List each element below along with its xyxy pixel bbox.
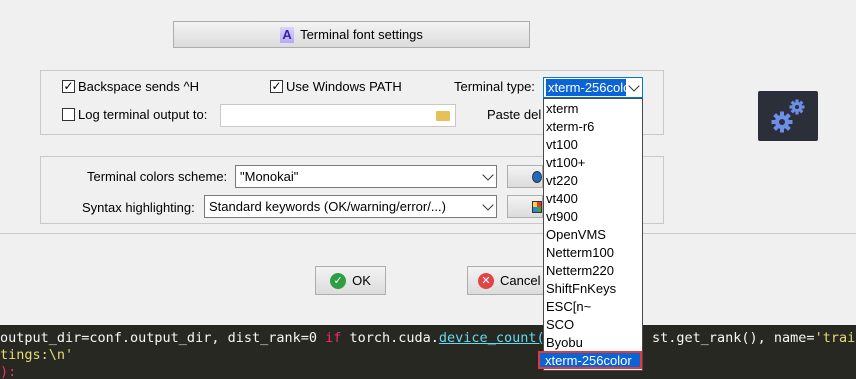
- terminal-font-settings-button[interactable]: A Terminal font settings: [173, 21, 530, 48]
- terminal-output: output_dir=conf.output_dir, dist_rank=0 …: [0, 325, 856, 379]
- paste-delay-label: Paste del: [487, 107, 542, 122]
- dropdown-option[interactable]: vt400: [546, 191, 578, 206]
- terminal-line-2: tings:\n': [0, 347, 74, 363]
- terminal-line-1: output_dir=conf.output_dir, dist_rank=0 …: [0, 330, 553, 346]
- terminal-type-label: Terminal type:: [454, 79, 535, 94]
- ok-check-icon: ✓: [330, 272, 347, 289]
- colors-scheme-value: "Monokai": [240, 169, 299, 184]
- terminal-type-dropdown[interactable]: xterm xterm-r6 vt100 vt100+ vt220 vt400 vt900 O…: [538, 98, 643, 371]
- chevron-down-icon: [480, 198, 496, 211]
- syntax-highlighting-label: Syntax highlighting:: [82, 200, 195, 215]
- terminal-line-3: ):: [0, 364, 17, 379]
- colors-scheme-label: Terminal colors scheme:: [87, 169, 228, 184]
- terminal-type-value: xterm-256color: [546, 79, 626, 96]
- terminal-font-settings-label: Terminal font settings: [300, 27, 423, 42]
- dropdown-option[interactable]: xterm-r6: [546, 119, 594, 134]
- chevron-down-icon: [626, 79, 642, 92]
- font-a-icon: A: [280, 26, 295, 43]
- dialog-separator: [0, 233, 856, 234]
- cancel-x-icon: ✕: [478, 272, 494, 289]
- dropdown-option[interactable]: vt100+: [546, 155, 585, 170]
- dropdown-option[interactable]: OpenVMS: [546, 227, 606, 242]
- backspace-label: Backspace sends ^H: [78, 79, 199, 94]
- dropdown-option[interactable]: Netterm220: [546, 263, 614, 278]
- checkmark-icon: ✓: [271, 79, 282, 93]
- dropdown-option[interactable]: vt100: [546, 137, 578, 152]
- backspace-checkbox[interactable]: ✓: [62, 80, 75, 93]
- dropdown-option[interactable]: ESC[n~: [546, 299, 591, 314]
- dropdown-option[interactable]: SCO: [546, 317, 574, 332]
- syntax-highlighting-value: Standard keywords (OK/warning/error/...): [209, 199, 446, 214]
- dropdown-option[interactable]: Byobu: [546, 335, 583, 350]
- checkmark-icon: ✓: [63, 79, 74, 93]
- log-path-input[interactable]: [220, 104, 456, 127]
- code-segment: torch.cuda.: [341, 330, 439, 346]
- dropdown-option[interactable]: Netterm100: [546, 245, 614, 260]
- dropdown-option[interactable]: vt900: [546, 209, 578, 224]
- terminal-line-1-right: st.get_rank(), name='train: [652, 330, 856, 346]
- cancel-label: Cancel: [500, 273, 541, 288]
- code-function: device_count(): [438, 330, 553, 346]
- code-string: 'train: [814, 330, 856, 346]
- log-output-checkbox[interactable]: [62, 108, 75, 121]
- ok-button[interactable]: ✓ OK: [315, 266, 386, 295]
- folder-icon[interactable]: [436, 110, 450, 121]
- dropdown-option[interactable]: xterm: [546, 101, 579, 116]
- code-keyword: if: [325, 330, 342, 346]
- syntax-edit-button[interactable]: [507, 195, 543, 218]
- log-output-label: Log terminal output to:: [78, 107, 208, 122]
- code-segment: st.get_rank(), name=: [652, 330, 815, 346]
- palette-icon: [532, 170, 542, 183]
- code-segment: output_dir=conf.output_dir, dist_rank=0: [0, 330, 326, 346]
- chevron-down-icon: [480, 168, 496, 181]
- ok-label: OK: [352, 273, 371, 288]
- settings-gears-icon[interactable]: [758, 91, 818, 141]
- colors-scheme-select[interactable]: "Monokai": [235, 165, 497, 188]
- dropdown-option[interactable]: xterm-256color: [538, 351, 642, 369]
- terminal-type-select[interactable]: xterm-256color: [543, 77, 643, 98]
- colors-scheme-edit-button[interactable]: [507, 165, 543, 188]
- windows-path-checkbox[interactable]: ✓: [270, 80, 283, 93]
- dropdown-option[interactable]: vt220: [546, 173, 578, 188]
- syntax-highlighting-select[interactable]: Standard keywords (OK/warning/error/...): [204, 195, 497, 218]
- dropdown-option[interactable]: ShiftFnKeys: [546, 281, 616, 296]
- cancel-button[interactable]: ✕ Cancel: [467, 266, 547, 295]
- windows-path-label: Use Windows PATH: [286, 79, 402, 94]
- color-grid-icon: [532, 200, 542, 213]
